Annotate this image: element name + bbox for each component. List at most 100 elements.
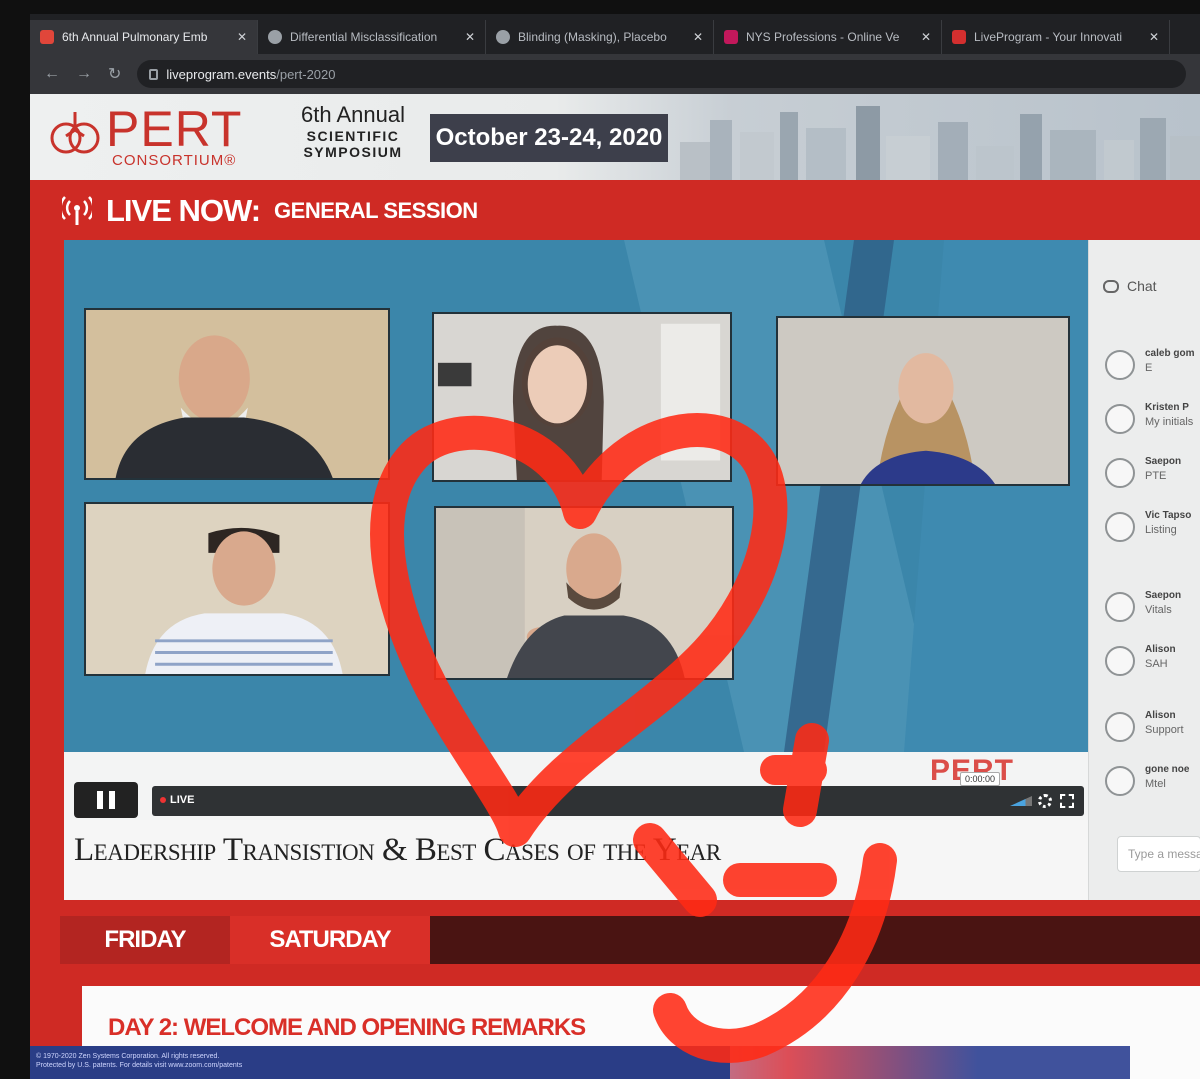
chat-text: Listing	[1145, 524, 1177, 536]
chat-message: Alison Support	[1105, 710, 1200, 750]
event-dates: October 23-24, 2020	[430, 114, 668, 162]
url-host: liveprogram.events	[166, 66, 277, 82]
annual-label: 6th Annual	[301, 102, 405, 127]
chat-message: Vic Tapso Listing	[1105, 510, 1200, 550]
event-banner: PERT CONSORTIUM® 6th Annual SCIENTIFIC S…	[30, 94, 1200, 180]
participant-video-image	[86, 310, 388, 478]
tab-favicon-icon	[40, 30, 54, 44]
time-indicator: 0:00:00	[960, 772, 1001, 786]
live-now-label: LIVE NOW:	[106, 193, 261, 228]
agenda-item-title[interactable]: DAY 2: WELCOME AND OPENING REMARKS	[108, 1014, 1174, 1042]
avatar	[1105, 592, 1135, 622]
chat-title: Chat	[1127, 278, 1157, 294]
event-page: PERT CONSORTIUM® 6th Annual SCIENTIFIC S…	[30, 94, 1200, 1079]
participant-video-tile[interactable]	[434, 506, 734, 680]
video-title: Leadership Transistion & Best Cases of t…	[74, 832, 721, 868]
close-icon[interactable]: ✕	[465, 30, 475, 44]
chat-text: Vitals	[1145, 604, 1172, 616]
live-now-bar: LIVE NOW: GENERAL SESSION	[30, 180, 1200, 242]
avatar	[1105, 512, 1135, 542]
avatar	[1105, 404, 1135, 434]
tab-title: LiveProgram - Your Innovati	[974, 30, 1123, 44]
tab-title: Blinding (Masking), Placebo	[518, 30, 667, 44]
chat-message: gone noe Mtel	[1105, 764, 1200, 804]
participant-video-image	[436, 508, 732, 678]
browser-tab[interactable]: 6th Annual Pulmonary Emb ✕	[30, 20, 258, 54]
tab-saturday[interactable]: SATURDAY	[230, 916, 430, 964]
participant-video-image	[434, 314, 730, 480]
reload-icon[interactable]: ↻	[108, 64, 121, 84]
chat-message: Alison SAH	[1105, 644, 1200, 684]
tab-title: 6th Annual Pulmonary Emb	[62, 30, 208, 44]
back-arrow-icon[interactable]: ←	[44, 65, 60, 83]
chat-header[interactable]: Chat	[1103, 278, 1157, 294]
pause-icon	[109, 791, 115, 809]
video-player: Chat caleb gom E Kristen P My initials S…	[64, 240, 1200, 900]
forward-arrow-icon[interactable]: →	[76, 65, 92, 83]
lungs-logo-icon	[50, 112, 100, 154]
chat-message: Saepon PTE	[1105, 456, 1200, 496]
chat-text: Support	[1145, 724, 1184, 736]
chat-text: E	[1145, 362, 1153, 374]
chat-text: Mtel	[1145, 778, 1166, 790]
footer-copyright: © 1970-2020 Zen Systems Corporation. All…	[36, 1053, 220, 1060]
chat-author: Saepon	[1145, 590, 1182, 601]
participant-video-tile[interactable]	[776, 316, 1070, 486]
chat-author: Alison	[1145, 710, 1176, 721]
tab-favicon-icon	[268, 30, 282, 44]
chat-bubble-icon	[1103, 279, 1119, 293]
pause-icon	[97, 791, 103, 809]
volume-icon[interactable]	[1010, 796, 1032, 806]
address-bar[interactable]: liveprogram.events/pert-2020	[137, 60, 1186, 88]
session-name: GENERAL SESSION	[274, 198, 478, 223]
avatar	[1105, 350, 1135, 380]
gear-icon[interactable]	[1038, 794, 1052, 808]
avatar	[1105, 458, 1135, 488]
city-skyline-image	[680, 106, 1200, 180]
video-stage[interactable]	[64, 240, 1088, 752]
pause-button[interactable]	[74, 782, 138, 818]
close-icon[interactable]: ✕	[237, 30, 247, 44]
broadcast-icon	[62, 196, 92, 225]
tab-favicon-icon	[496, 30, 510, 44]
symposium-label: SYMPOSIUM	[303, 144, 403, 160]
progress-bar[interactable]: LIVE 0:00:00	[152, 772, 1084, 816]
chat-text: My initials	[1145, 416, 1194, 428]
close-icon[interactable]: ✕	[693, 30, 703, 44]
copyright-footer: © 1970-2020 Zen Systems Corporation. All…	[30, 1046, 730, 1079]
participant-video-tile[interactable]	[432, 312, 732, 482]
live-badge: LIVE	[160, 794, 194, 806]
participant-video-image	[86, 504, 388, 674]
logo-subtitle: CONSORTIUM®	[112, 152, 237, 169]
live-badge-label: LIVE	[170, 794, 195, 806]
browser-tab[interactable]: Blinding (Masking), Placebo ✕	[486, 20, 714, 54]
tab-strip: 6th Annual Pulmonary Emb ✕ Differential …	[30, 14, 1200, 54]
browser-tab[interactable]: LiveProgram - Your Innovati ✕	[942, 20, 1170, 54]
participant-video-tile[interactable]	[84, 502, 390, 676]
tab-title: NYS Professions - Online Ve	[746, 30, 900, 44]
browser-window: 6th Annual Pulmonary Emb ✕ Differential …	[30, 14, 1200, 94]
tab-favicon-icon	[952, 30, 966, 44]
tab-friday[interactable]: FRIDAY	[60, 916, 230, 964]
fullscreen-icon[interactable]	[1060, 794, 1074, 808]
chat-message: Saepon Vitals	[1105, 590, 1200, 630]
lock-icon	[149, 68, 159, 80]
day-tabs: FRIDAY SATURDAY	[60, 916, 1200, 964]
chat-message-input[interactable]: Type a message	[1117, 836, 1200, 872]
chat-message: caleb gom E	[1105, 348, 1200, 388]
scientific-label: SCIENTIFIC	[306, 128, 400, 144]
pert-logo: PERT CONSORTIUM®	[48, 100, 278, 172]
chat-author: Vic Tapso	[1145, 510, 1192, 521]
chat-text: PTE	[1145, 470, 1167, 482]
close-icon[interactable]: ✕	[1149, 30, 1159, 44]
url-path: /pert-2020	[276, 66, 336, 82]
participant-video-image	[778, 318, 1068, 484]
chat-message: Kristen P My initials	[1105, 402, 1200, 442]
close-icon[interactable]: ✕	[921, 30, 931, 44]
avatar	[1105, 646, 1135, 676]
footer-patents: Protected by U.S. patents. For details v…	[36, 1062, 243, 1069]
browser-toolbar: ← → ↻ liveprogram.events/pert-2020	[30, 54, 1200, 94]
browser-tab[interactable]: NYS Professions - Online Ve ✕	[714, 20, 942, 54]
participant-video-tile[interactable]	[84, 308, 390, 480]
browser-tab[interactable]: Differential Misclassification ✕	[258, 20, 486, 54]
